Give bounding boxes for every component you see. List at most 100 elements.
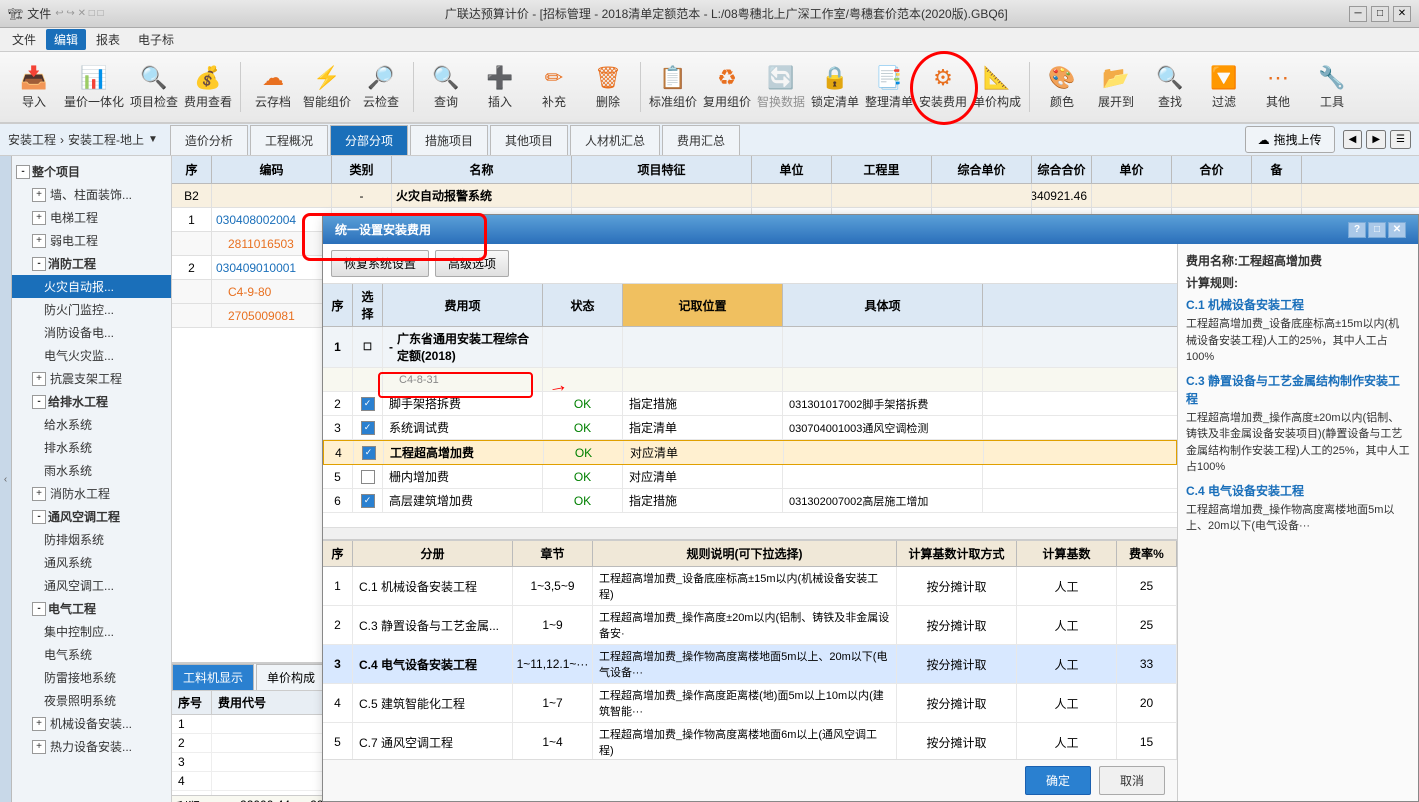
dialog-help-btn[interactable]: ? (1348, 222, 1366, 238)
toolbar-expand[interactable]: 📂 展开到 (1090, 56, 1142, 118)
sidebar-item-ac[interactable]: 通风空调工... (12, 574, 171, 597)
dialog-restore-btn[interactable]: □ (1368, 222, 1386, 238)
expand-antiseismic[interactable]: + (32, 372, 46, 386)
sidebar-item-ventil[interactable]: 通风系统 (12, 551, 171, 574)
sidebar-item-lighting[interactable]: 夜景照明系统 (12, 689, 171, 712)
expand-wall[interactable]: + (32, 188, 46, 202)
ir4-checkbox[interactable] (362, 446, 376, 460)
toolbar-install-fee[interactable]: ⚙ 安装费用 (917, 56, 969, 118)
ir5-check[interactable] (353, 465, 383, 488)
ir4-check[interactable] (354, 441, 384, 464)
tab-cost-analysis[interactable]: 造价分析 (170, 125, 248, 155)
close-button[interactable]: ✕ (1393, 6, 1411, 22)
tab-unit-comp[interactable]: 单价构成 (256, 664, 326, 690)
sidebar-item-antiseismic[interactable]: + 抗震支架工程 (12, 367, 171, 390)
toolbar-lock[interactable]: 🔒 锁定清单 (809, 56, 861, 118)
ir6-checkbox[interactable] (361, 494, 375, 508)
toolbar-check[interactable]: 🔍 项目检查 (128, 56, 180, 118)
toolbar-delete[interactable]: 🗑 删除 (582, 56, 634, 118)
ir5-checkbox[interactable] (361, 470, 375, 484)
expand-thermal[interactable]: + (32, 740, 46, 754)
breadcrumb-item2[interactable]: 安装工程-地上 (68, 131, 144, 148)
tab-resources-display[interactable]: 工料机显示 (172, 664, 254, 690)
collapse-electrical[interactable]: - (32, 602, 46, 616)
ir6-check[interactable] (353, 489, 383, 512)
menu-report[interactable]: 报表 (88, 29, 128, 50)
toolbar-filter[interactable]: 🔽 过滤 (1198, 56, 1250, 118)
collapse-fire[interactable]: - (32, 257, 46, 271)
ir2-checkbox[interactable] (361, 397, 375, 411)
sidebar-item-rain[interactable]: 雨水系统 (12, 459, 171, 482)
toolbar-import[interactable]: 📥 导入 (8, 56, 60, 118)
sidebar-item-plumbing[interactable]: - 给排水工程 (12, 390, 171, 413)
expand-elevator[interactable]: + (32, 211, 46, 225)
file-menu-item[interactable]: 文件 (27, 5, 51, 22)
sidebar-item-electrical[interactable]: - 电气工程 (12, 597, 171, 620)
tab-overview[interactable]: 工程概况 (250, 125, 328, 155)
sidebar-item-fire-monitor[interactable]: 电气火灾监... (12, 344, 171, 367)
toolbar-smart[interactable]: ⚡ 智能组价 (301, 56, 353, 118)
tab-measures[interactable]: 措施项目 (410, 125, 488, 155)
toolbar-fill[interactable]: ✏ 补充 (528, 56, 580, 118)
collapse-hvac[interactable]: - (32, 510, 46, 524)
menu-ebid[interactable]: 电子标 (130, 29, 182, 50)
toolbar-find[interactable]: 🔍 查找 (1144, 56, 1196, 118)
toolbar-tools[interactable]: 🔧 工具 (1306, 56, 1358, 118)
upload-button[interactable]: ☁ 拖拽上传 (1245, 126, 1335, 153)
menu-edit[interactable]: 编辑 (46, 29, 86, 50)
sidebar-item-smoke[interactable]: 防排烟系统 (12, 528, 171, 551)
sidebar-item-thermal[interactable]: + 热力设备安装... (12, 735, 171, 758)
toolbar-swap[interactable]: 🔄 智换数据 (755, 56, 807, 118)
toolbar-reuse[interactable]: ♻ 复用组价 (701, 56, 753, 118)
dialog-close-btn[interactable]: ✕ (1388, 222, 1406, 238)
cancel-button[interactable]: 取消 (1099, 766, 1165, 795)
toolbar-insert[interactable]: ➕ 插入 (474, 56, 526, 118)
toolbar-cloud[interactable]: ☁ 云存档 (247, 56, 299, 118)
toolbar-std-grp[interactable]: 📋 标准组价 (647, 56, 699, 118)
breadcrumb-item1[interactable]: 安装工程 (8, 131, 56, 148)
sidebar-item-elevator[interactable]: + 电梯工程 (12, 206, 171, 229)
sidebar-item-drainage[interactable]: 排水系统 (12, 436, 171, 459)
nav-forward[interactable]: ▶ (1366, 130, 1386, 149)
tab-other[interactable]: 其他项目 (490, 125, 568, 155)
sidebar-item-whole-project[interactable]: - 整个项目 (12, 160, 171, 183)
confirm-button[interactable]: 确定 (1025, 766, 1091, 795)
ir3-check[interactable] (353, 416, 383, 439)
expand-fire-water[interactable]: + (32, 487, 46, 501)
toolbar-unit-comp[interactable]: 📐 单价构成 (971, 56, 1023, 118)
toolbar-color[interactable]: 🎨 颜色 (1036, 56, 1088, 118)
tab-fees[interactable]: 费用汇总 (662, 125, 740, 155)
ir3-checkbox[interactable] (361, 421, 375, 435)
advanced-options-btn[interactable]: 高级选项 (435, 250, 509, 277)
tab-resources[interactable]: 人材机汇总 (570, 125, 660, 155)
sidebar-item-mechanical[interactable]: + 机械设备安装... (12, 712, 171, 735)
restore-system-btn[interactable]: 恢复系统设置 (331, 250, 429, 277)
sidebar-item-fire-alarm[interactable]: 火灾自动报... (12, 275, 171, 298)
sidebar-item-fire-equip[interactable]: 消防设备电... (12, 321, 171, 344)
sidebar-item-water-supply[interactable]: 给水系统 (12, 413, 171, 436)
sidebar-item-wall[interactable]: + 墙、柱面装饰... (12, 183, 171, 206)
inner-hscrollbar[interactable] (323, 527, 1177, 539)
minimize-button[interactable]: ─ (1349, 6, 1367, 22)
collapse-whole[interactable]: - (16, 165, 30, 179)
sidebar-item-lightning[interactable]: 防雷接地系统 (12, 666, 171, 689)
nav-back[interactable]: ◀ (1343, 130, 1363, 149)
expand-mechanical[interactable]: + (32, 717, 46, 731)
sidebar-item-hvac[interactable]: - 通风空调工程 (12, 505, 171, 528)
menu-file[interactable]: 文件 (4, 29, 44, 50)
sidebar-item-weak[interactable]: + 弱电工程 (12, 229, 171, 252)
sidebar-item-elec-sys[interactable]: 电气系统 (12, 643, 171, 666)
toolbar-qty-price[interactable]: 📊 量价一体化 (62, 56, 126, 118)
toolbar-other[interactable]: ⋯ 其他 (1252, 56, 1304, 118)
toolbar-fee-view[interactable]: 💰 费用查看 (182, 56, 234, 118)
toolbar-tidy[interactable]: 📑 整理清单 (863, 56, 915, 118)
toolbar-cloud-check[interactable]: 🔎 云检查 (355, 56, 407, 118)
ir2-check[interactable] (353, 392, 383, 415)
toolbar-query[interactable]: 🔍 查询 (420, 56, 472, 118)
sidebar-item-fire-eng[interactable]: - 消防工程 (12, 252, 171, 275)
sidebar-item-fire-door[interactable]: 防火门监控... (12, 298, 171, 321)
sidebar-item-fire-water[interactable]: + 消防水工程 (12, 482, 171, 505)
expand-weak[interactable]: + (32, 234, 46, 248)
nav-sidebar-toggle[interactable]: ☰ (1390, 130, 1411, 149)
tab-sections[interactable]: 分部分项 (330, 125, 408, 155)
